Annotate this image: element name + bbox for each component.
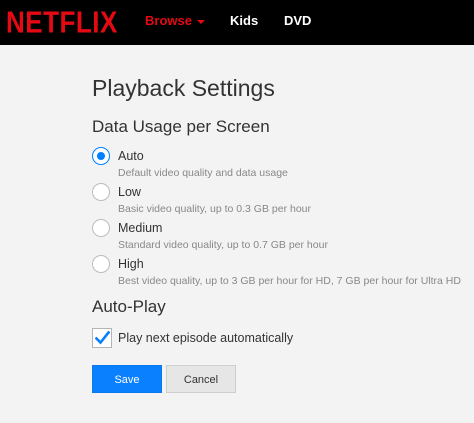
option-low-description: Basic video quality, up to 0.3 GB per ho… [118, 203, 311, 215]
radio-low[interactable] [92, 183, 110, 201]
autoplay-heading: Auto-Play [92, 297, 166, 316]
option-high-label: High [118, 257, 144, 271]
option-auto-description: Default video quality and data usage [118, 167, 288, 179]
radio-medium[interactable] [92, 219, 110, 237]
nav-browse-label: Browse [145, 13, 192, 28]
autoplay-checkbox-label[interactable]: Play next episode automatically [118, 331, 293, 345]
option-low-label: Low [118, 185, 141, 199]
checkmark-icon [95, 330, 110, 345]
autoplay-checkbox[interactable] [92, 328, 112, 348]
radio-high[interactable] [92, 255, 110, 273]
option-medium-description: Standard video quality, up to 0.7 GB per… [118, 239, 328, 251]
save-button[interactable]: Save [92, 365, 162, 393]
chevron-down-icon [196, 19, 205, 24]
data-usage-heading: Data Usage per Screen [92, 117, 270, 136]
cancel-button[interactable]: Cancel [166, 365, 236, 393]
option-auto-label: Auto [118, 149, 144, 163]
nav-browse[interactable]: Browse [145, 13, 205, 28]
top-navigation-bar: NETFLIX Browse Kids DVD [0, 0, 474, 45]
netflix-logo[interactable]: NETFLIX [6, 4, 118, 41]
option-medium-label: Medium [118, 221, 163, 235]
settings-content: Playback Settings Data Usage per Screen … [0, 45, 474, 423]
nav-dvd[interactable]: DVD [284, 13, 311, 28]
page-title: Playback Settings [92, 75, 275, 101]
radio-auto[interactable] [92, 147, 110, 165]
nav-kids[interactable]: Kids [230, 13, 258, 28]
option-high-description: Best video quality, up to 3 GB per hour … [118, 275, 461, 287]
